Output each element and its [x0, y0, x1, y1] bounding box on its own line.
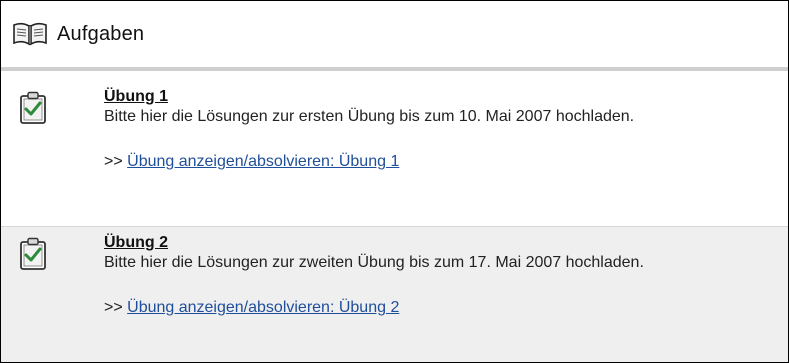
- open-book-icon: [12, 21, 48, 47]
- link-prefix: >>: [104, 299, 123, 316]
- task-description: Bitte hier die Lösungen zur zweiten Übun…: [104, 254, 644, 271]
- task-item: Übung 1 Bitte hier die Lösungen zur erst…: [1, 71, 788, 226]
- open-exercise-link[interactable]: Übung anzeigen/absolvieren: Übung 1: [127, 153, 399, 170]
- task-description: Bitte hier die Lösungen zur ersten Übung…: [104, 108, 635, 125]
- tasks-panel: Aufgaben Übung 1 Bitte hier die Lösungen…: [0, 0, 789, 363]
- page-title: Aufgaben: [57, 22, 145, 45]
- panel-header: Aufgaben: [1, 1, 788, 67]
- task-item: Übung 2 Bitte hier die Lösungen zur zwei…: [1, 227, 788, 362]
- link-prefix: >>: [104, 153, 123, 170]
- task-title-link[interactable]: Übung 2: [104, 233, 168, 252]
- open-exercise-link[interactable]: Übung anzeigen/absolvieren: Übung 2: [127, 299, 399, 316]
- task-link-row: >> Übung anzeigen/absolvieren: Übung 2: [104, 297, 768, 318]
- clipboard-check-icon: [19, 237, 47, 271]
- task-title-link[interactable]: Übung 1: [104, 87, 168, 106]
- clipboard-check-icon: [19, 91, 47, 125]
- task-link-row: >> Übung anzeigen/absolvieren: Übung 1: [104, 151, 768, 172]
